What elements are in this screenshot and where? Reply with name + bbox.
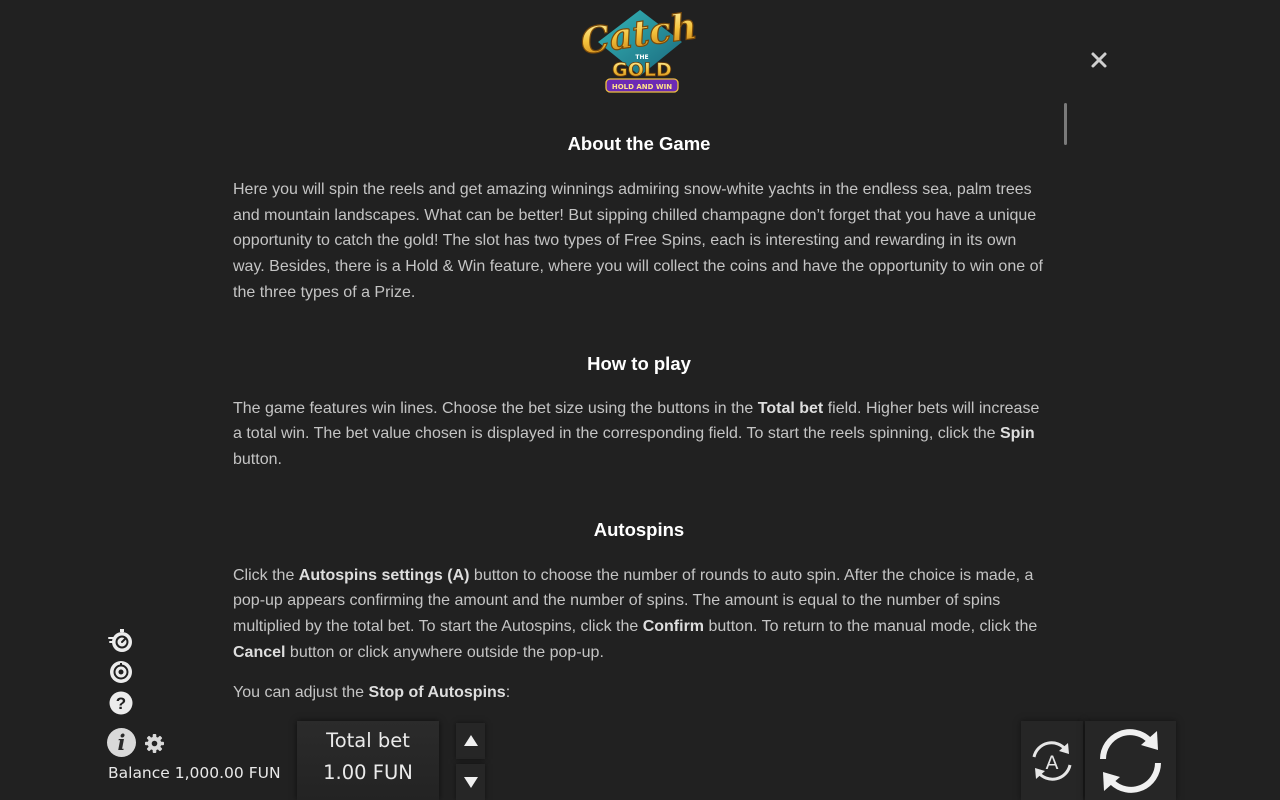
autospins-text: Click the Autospins settings (A) button … [233,566,1038,661]
autospin-button[interactable]: A [1021,721,1083,800]
total-bet-display: Total bet 1.00 FUN [297,721,439,800]
section-title-how-to-play: How to play [587,352,691,374]
autospin-icon: A [1032,741,1072,781]
spin-button[interactable] [1085,721,1176,800]
section-title-about: About the Game [567,133,711,154]
section-title-autospins: Autospins [593,518,685,540]
rules-content: About the Game Here you will spin the re… [233,128,1045,706]
rules-page: Catch THE GOLD HOLD AND WIN About the Ga… [0,0,1280,800]
total-bet-value: 1.00 FUN [323,761,413,784]
total-bet-label: Total bet [326,729,410,752]
svg-text:i: i [118,730,126,755]
about-text: Here you will spin the reels and get ama… [233,181,1043,301]
bet-decrease-button[interactable] [456,764,485,800]
svg-text:GOLD: GOLD [612,59,672,81]
game-logo: Catch THE GOLD HOLD AND WIN [578,2,702,98]
gear-icon[interactable] [144,733,165,754]
turbo-icon[interactable] [108,628,134,654]
scrollbar[interactable] [1064,103,1068,145]
arrow-up-icon [464,735,478,746]
sound-icon[interactable] [108,659,134,685]
how-to-play-text: The game features win lines. Choose the … [233,399,1040,468]
scrollbar-thumb[interactable] [1064,103,1067,145]
help-icon[interactable]: ? [108,690,134,716]
autospins-stop-text: You can adjust the Stop of Autospins: [233,684,511,702]
svg-text:HOLD AND WIN: HOLD AND WIN [612,83,672,91]
spin-icon [1100,729,1161,793]
autospin-letter: A [1046,752,1059,774]
bet-increase-button[interactable] [456,723,485,759]
balance-display: Balance 1,000.00 FUN [108,764,281,782]
svg-text:?: ? [116,694,126,713]
info-icon[interactable]: i [106,727,137,758]
arrow-down-icon [464,777,478,788]
close-icon[interactable] [1086,47,1112,73]
